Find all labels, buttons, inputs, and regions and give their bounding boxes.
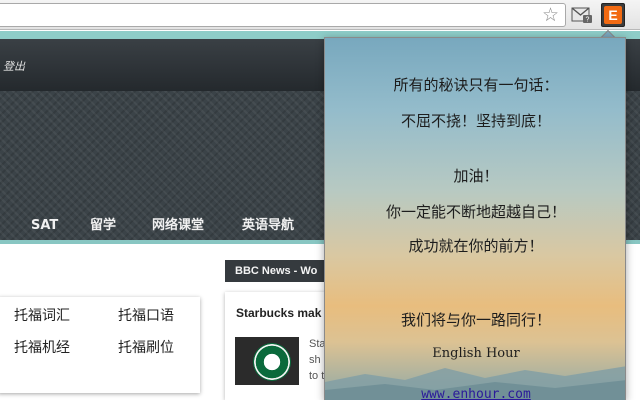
link-toefl-recall[interactable]: 托福机经 xyxy=(14,337,70,357)
news-title[interactable]: Starbucks mak xyxy=(236,306,321,320)
popup-line: 不屈不挠！坚持到底！ xyxy=(400,112,551,130)
star-icon[interactable]: ☆ xyxy=(542,5,559,25)
news-card[interactable]: Starbucks mak Sta sh to t xyxy=(225,292,335,400)
starbucks-logo-image xyxy=(253,343,291,381)
link-toefl-vocab[interactable]: 托福词汇 xyxy=(14,305,70,325)
popup-brand: English Hour xyxy=(432,346,520,361)
page-right-edge xyxy=(627,244,640,400)
english-hour-extension-icon[interactable]: E xyxy=(601,3,625,27)
nav-item-online-class[interactable]: 网络课堂 xyxy=(152,212,204,240)
ext-e-label: E xyxy=(604,6,622,24)
news-thumbnail[interactable] xyxy=(235,337,299,385)
popup-line: 成功就在你的前方！ xyxy=(408,237,544,255)
address-bar[interactable]: ☆ xyxy=(0,3,566,27)
extension-popup: 所有的秘诀只有一句话： 不屈不挠！坚持到底！ 加油！ 你一定能不断地超越自己！ … xyxy=(324,37,626,400)
popup-line: 所有的秘诀只有一句话： xyxy=(393,76,559,94)
popup-line: 加油！ xyxy=(453,167,499,185)
toefl-links-panel: 托福词汇 托福口语 托福机经 托福刷位 xyxy=(0,297,200,393)
nav-item-study-abroad[interactable]: 留学 xyxy=(90,212,116,240)
browser-toolbar: ☆ ? E xyxy=(0,0,640,30)
nav-item-english-guide[interactable]: 英语导航 xyxy=(242,212,294,240)
svg-text:?: ? xyxy=(586,17,590,24)
link-toefl-seat[interactable]: 托福刷位 xyxy=(118,337,174,357)
gmail-checker-icon[interactable]: ? xyxy=(571,6,593,24)
nav-item-sat[interactable]: SAT xyxy=(31,212,58,240)
logout-link[interactable]: 登出 xyxy=(3,58,25,74)
popup-line: 我们将与你一路同行！ xyxy=(400,311,551,329)
news-tab[interactable]: BBC News - Wo xyxy=(225,260,335,282)
popup-website-link[interactable]: www.enhour.com xyxy=(421,387,531,400)
link-toefl-speaking[interactable]: 托福口语 xyxy=(118,305,174,325)
popup-line: 你一定能不断地超越自己！ xyxy=(385,203,566,221)
